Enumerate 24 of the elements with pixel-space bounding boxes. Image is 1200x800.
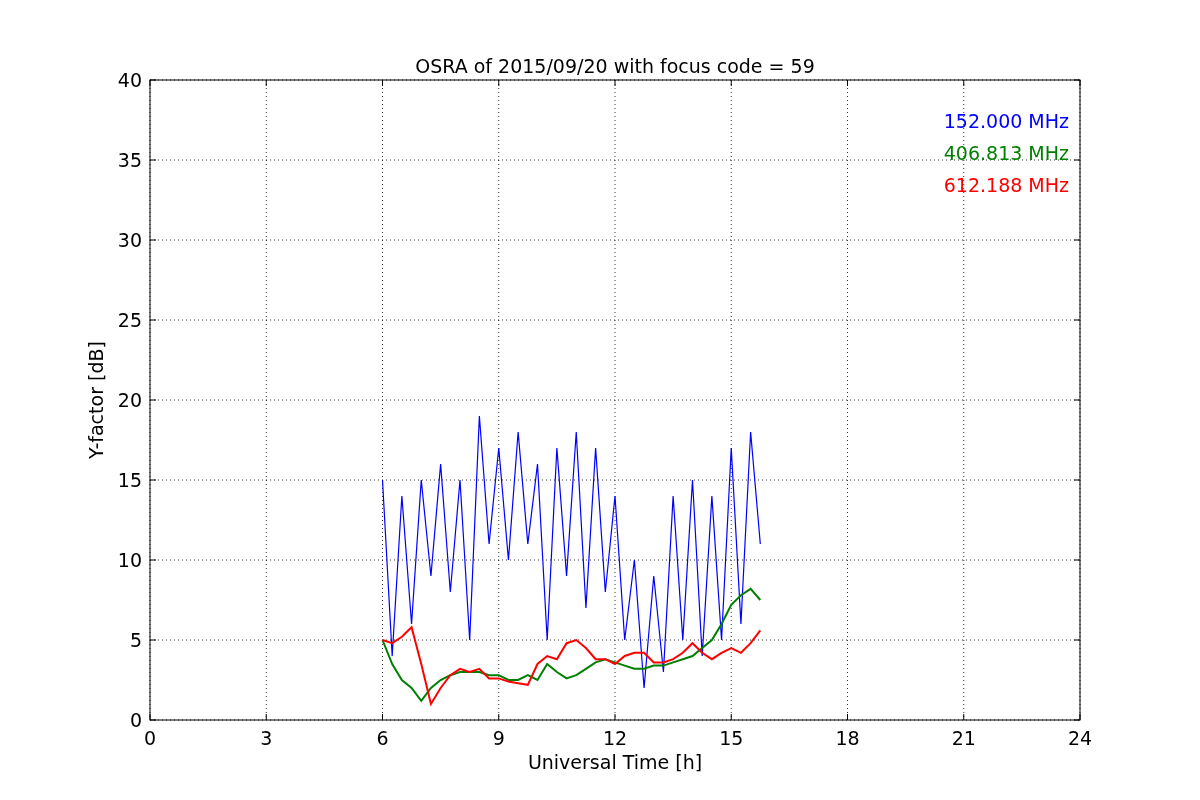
y-tick-label: 25 — [117, 309, 142, 331]
y-tick-label: 0 — [129, 709, 142, 731]
x-tick-label: 18 — [835, 727, 860, 749]
x-axis-label: Universal Time [h] — [527, 751, 703, 773]
x-tick-label: 12 — [602, 727, 628, 749]
y-tick-label: 20 — [117, 389, 142, 411]
x-tick-label: 0 — [143, 727, 157, 749]
x-tick-label: 6 — [376, 727, 389, 749]
x-tick-label: 24 — [1067, 727, 1093, 749]
legend-label: 406.813 MHz — [943, 142, 1069, 164]
y-tick-label: 40 — [117, 69, 142, 91]
legend-label: 152.000 MHz — [943, 110, 1069, 132]
y-tick-label: 5 — [129, 629, 142, 651]
y-tick-label: 10 — [117, 549, 142, 571]
y-tick-label: 30 — [117, 229, 142, 251]
legend-label: 612.188 MHz — [943, 174, 1069, 196]
x-tick-label: 21 — [951, 727, 976, 749]
x-tick-label: 3 — [260, 727, 273, 749]
x-tick-label: 9 — [492, 727, 505, 749]
chart-title: OSRA of 2015/09/20 with focus code = 59 — [415, 55, 815, 77]
y-tick-label: 15 — [117, 469, 142, 491]
y-axis-label: Y-factor [dB] — [85, 341, 107, 459]
x-tick-label: 15 — [719, 727, 744, 749]
y-tick-label: 35 — [117, 149, 142, 171]
